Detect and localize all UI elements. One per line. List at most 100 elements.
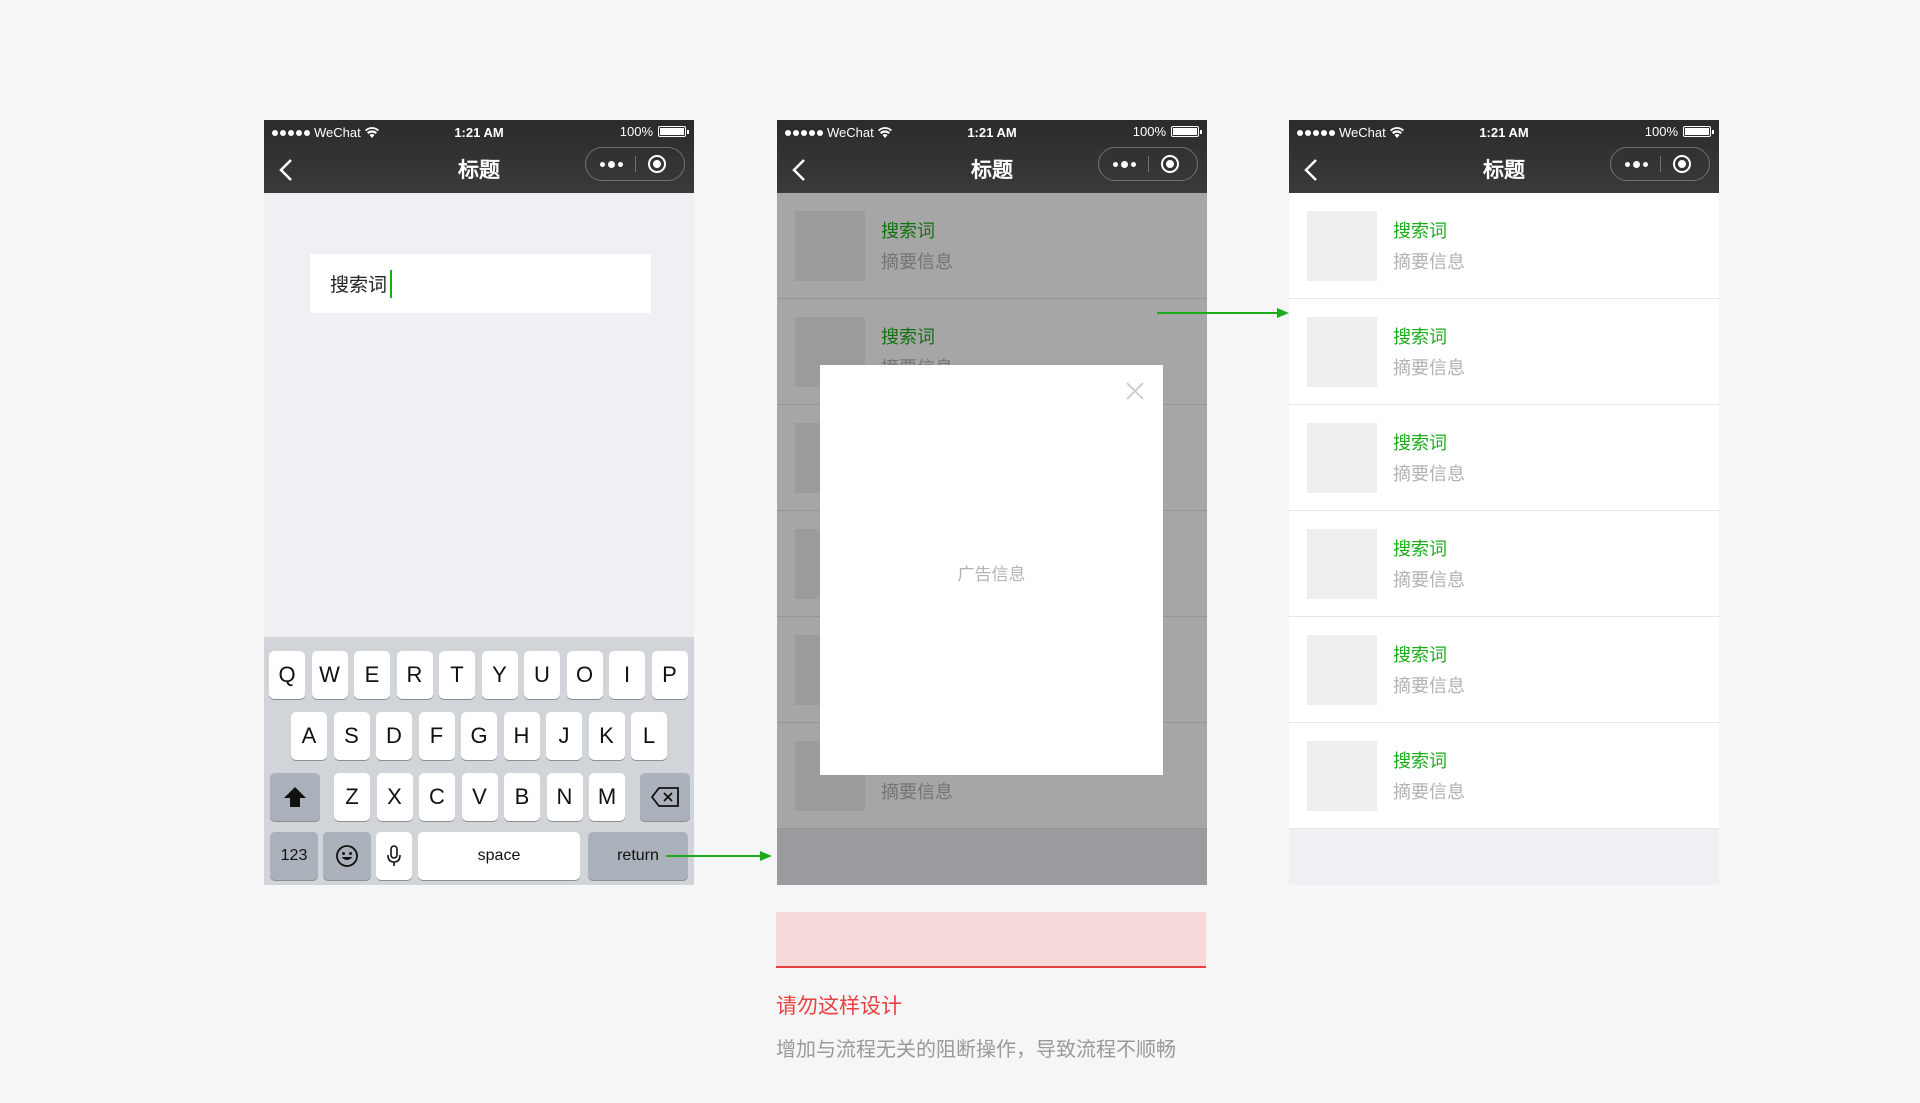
search-input-value: 搜索词	[330, 275, 388, 296]
thumbnail	[1307, 529, 1377, 599]
more-dots-icon[interactable]	[586, 148, 636, 180]
key-q[interactable]: Q	[269, 651, 305, 699]
close-target-icon[interactable]	[1673, 155, 1691, 173]
key-n[interactable]: N	[546, 773, 583, 821]
text-caret	[390, 269, 393, 298]
flow-arrow-icon	[666, 851, 772, 861]
key-g[interactable]: G	[461, 712, 497, 760]
phone-search-screen: WeChat 1:21 AM 100% 标题 搜索词 QWERTYUOIP AS…	[264, 120, 694, 885]
battery-icon	[1683, 126, 1714, 137]
battery-icon	[658, 126, 689, 137]
capsule-divider	[635, 156, 636, 172]
navigation-bar: WeChat 1:21 AM 100% 标题	[264, 120, 694, 193]
battery-label: 100%	[1644, 124, 1678, 139]
phone-results-screen: WeChat 1:21 AM 100% 标题 搜索词 摘要信息 搜索词 摘要信息 搜…	[1289, 120, 1719, 885]
key-z[interactable]: Z	[334, 773, 370, 821]
navigation-bar: WeChat 1:21 AM 100% 标题	[777, 120, 1207, 193]
item-keyword: 搜索词	[1393, 433, 1447, 453]
search-input[interactable]: 搜索词	[310, 254, 651, 313]
key-s[interactable]: S	[333, 712, 370, 760]
close-icon[interactable]	[1125, 381, 1145, 401]
thumbnail	[1307, 317, 1377, 387]
list-item[interactable]: 搜索词摘要信息	[1289, 617, 1719, 723]
capsule-menu	[1098, 147, 1198, 181]
phone-blocked-results-screen: WeChat 1:21 AM 100% 标题 搜索词摘要信息 搜索词摘要信息 搜…	[777, 120, 1207, 885]
item-keyword: 搜索词	[1393, 751, 1447, 771]
list-item[interactable]: 搜索词摘要信息	[1289, 405, 1719, 511]
key-t[interactable]: T	[439, 651, 475, 699]
warning-bar	[776, 912, 1206, 968]
capsule-divider	[1148, 156, 1149, 172]
microphone-icon	[387, 845, 401, 866]
thumbnail	[1307, 741, 1377, 811]
shift-key[interactable]	[270, 773, 320, 821]
ad-text: 广告信息	[957, 565, 1026, 584]
key-w[interactable]: W	[311, 651, 348, 699]
numbers-key[interactable]: 123	[270, 832, 318, 880]
key-v[interactable]: V	[461, 773, 498, 821]
item-summary: 摘要信息	[1393, 464, 1465, 484]
status-bar: WeChat 1:21 AM 100%	[264, 120, 694, 144]
backspace-key[interactable]	[640, 773, 690, 821]
key-m[interactable]: M	[589, 773, 625, 821]
warning-description: 增加与流程无关的阻断操作，导致流程不顺畅	[776, 1039, 1176, 1061]
key-j[interactable]: J	[546, 712, 582, 760]
key-d[interactable]: D	[376, 712, 412, 760]
capsule-menu	[1610, 147, 1710, 181]
list-item[interactable]: 搜索词摘要信息	[1289, 193, 1719, 299]
key-y[interactable]: Y	[481, 651, 518, 699]
modal-mask: 广告信息	[777, 193, 1207, 885]
key-x[interactable]: X	[376, 773, 413, 821]
key-h[interactable]: H	[503, 712, 540, 760]
emoji-key[interactable]	[323, 832, 371, 880]
item-summary: 摘要信息	[1393, 676, 1465, 696]
item-keyword: 搜索词	[1393, 327, 1447, 347]
item-summary: 摘要信息	[1393, 358, 1465, 378]
item-keyword: 搜索词	[1393, 221, 1447, 241]
key-u[interactable]: U	[524, 651, 560, 699]
thumbnail	[1307, 211, 1377, 281]
warning-title: 请勿这样设计	[776, 995, 902, 1018]
ad-modal: 广告信息	[820, 365, 1163, 775]
thumbnail	[1307, 635, 1377, 705]
close-target-icon[interactable]	[648, 155, 666, 173]
key-r[interactable]: R	[396, 651, 433, 699]
capsule-menu	[585, 147, 685, 181]
key-a[interactable]: A	[291, 712, 327, 760]
item-keyword: 搜索词	[1393, 645, 1447, 665]
list-item[interactable]: 搜索词摘要信息	[1289, 299, 1719, 405]
microphone-key[interactable]	[376, 832, 412, 880]
more-dots-icon[interactable]	[1099, 148, 1149, 180]
results-list: 搜索词摘要信息 搜索词摘要信息 搜索词摘要信息 搜索词摘要信息 搜索词摘要信息 …	[1289, 193, 1719, 829]
list-item[interactable]: 搜索词摘要信息	[1289, 511, 1719, 617]
status-bar: WeChat 1:21 AM 100%	[1289, 120, 1719, 144]
list-item[interactable]: 搜索词摘要信息	[1289, 723, 1719, 829]
item-summary: 摘要信息	[1393, 252, 1465, 272]
backspace-icon	[651, 787, 679, 807]
key-c[interactable]: C	[419, 773, 455, 821]
item-keyword: 搜索词	[1393, 539, 1447, 559]
key-i[interactable]: I	[609, 651, 645, 699]
key-e[interactable]: E	[354, 651, 390, 699]
navigation-bar: WeChat 1:21 AM 100% 标题	[1289, 120, 1719, 193]
flow-arrow-icon	[1157, 308, 1289, 318]
key-l[interactable]: L	[631, 712, 667, 760]
space-key[interactable]: space	[418, 832, 580, 880]
key-o[interactable]: O	[566, 651, 603, 699]
close-target-icon[interactable]	[1161, 155, 1179, 173]
thumbnail	[1307, 423, 1377, 493]
key-p[interactable]: P	[651, 651, 688, 699]
key-k[interactable]: K	[588, 712, 625, 760]
battery-label: 100%	[1132, 124, 1166, 139]
battery-label: 100%	[619, 124, 653, 139]
item-summary: 摘要信息	[1393, 782, 1465, 802]
more-dots-icon[interactable]	[1611, 148, 1661, 180]
shift-icon	[284, 787, 306, 807]
key-b[interactable]: B	[504, 773, 540, 821]
emoji-icon	[336, 845, 358, 867]
ios-keyboard: QWERTYUOIP ASDFGHJKL ZXCVBNM 123 space r…	[264, 637, 694, 885]
capsule-divider	[1660, 156, 1661, 172]
status-bar: WeChat 1:21 AM 100%	[777, 120, 1207, 144]
battery-icon	[1171, 126, 1202, 137]
key-f[interactable]: F	[418, 712, 455, 760]
